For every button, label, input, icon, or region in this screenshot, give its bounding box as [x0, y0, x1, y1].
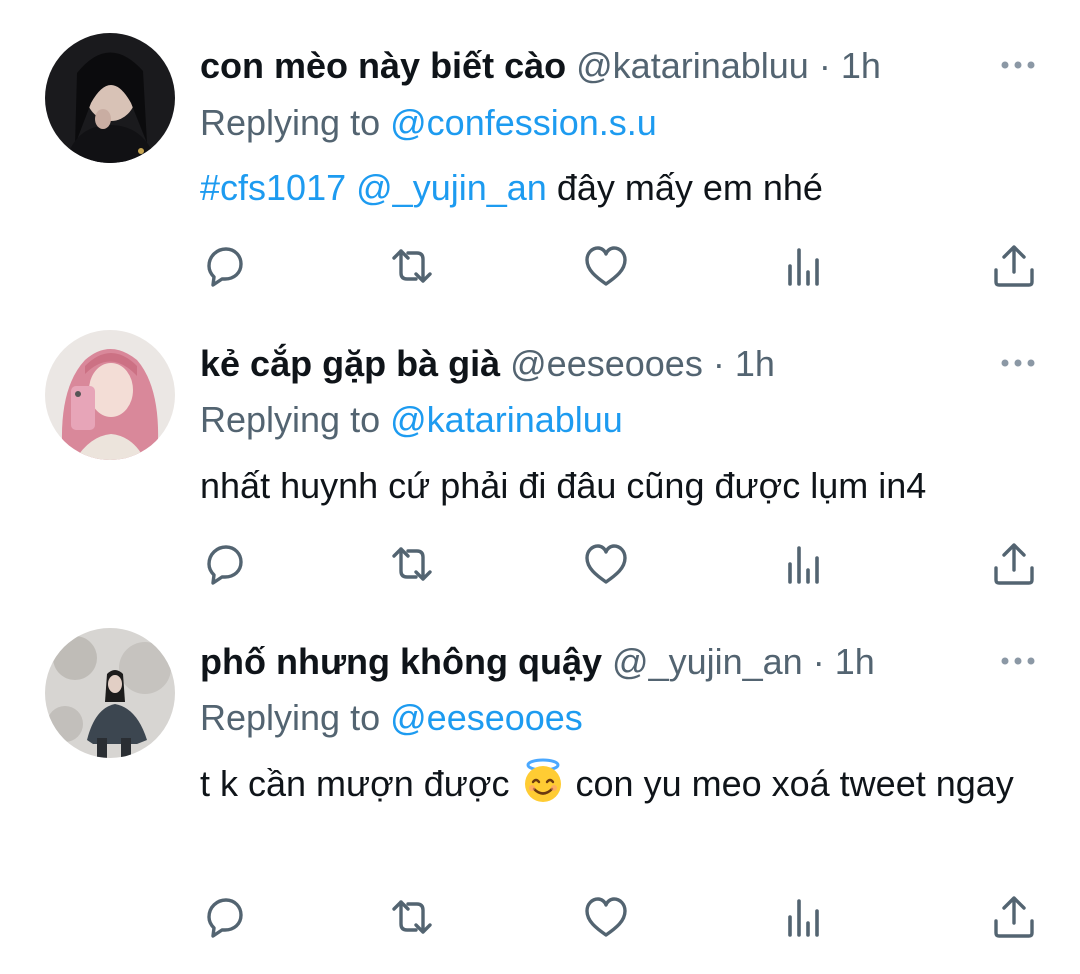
tweet-text-content: đây mấy em nhé [556, 167, 823, 208]
tweet-text-content: nhất huynh cứ phải đi đâu cũng được lụm … [200, 465, 927, 506]
tweet-text-content: con yu meo xoá tweet ngay [575, 763, 1014, 804]
reply-icon [207, 247, 243, 287]
display-name[interactable]: kẻ cắp gặp bà già [200, 343, 500, 384]
tweet-text-content: t k cần mượn được [200, 763, 510, 804]
replying-to-line: Replying to @eeseooes [200, 696, 583, 740]
user-handle[interactable]: @eeseooes [510, 343, 703, 384]
user-handle[interactable]: @_yujin_an [612, 641, 803, 682]
smiling-face-with-halo-emoji [524, 758, 561, 802]
share-button[interactable] [990, 893, 1038, 941]
replying-to-link[interactable]: @eeseooes [390, 697, 583, 738]
views-icon [788, 248, 819, 286]
display-name[interactable]: con mèo này biết cào [200, 45, 566, 86]
retweet-button[interactable] [388, 893, 436, 941]
tweet-actions [0, 540, 1080, 590]
tweet-header: kẻ cắp gặp bà già @eeseooes · 1h [200, 342, 775, 386]
tweet-header: phố nhưng không quậy @_yujin_an · 1h [200, 640, 875, 684]
reply-button[interactable] [200, 242, 248, 290]
separator-dot: · [712, 343, 725, 384]
retweet-icon [392, 547, 432, 581]
more-options-icon[interactable] [1000, 656, 1036, 666]
views-icon [788, 899, 819, 937]
retweet-icon [392, 900, 432, 934]
reply-icon [207, 545, 243, 585]
replying-to-label: Replying to [200, 102, 381, 143]
like-button[interactable] [582, 540, 630, 588]
timestamp[interactable]: 1h [841, 45, 881, 86]
replying-to-line: Replying to @confession.s.u [200, 101, 657, 145]
replying-to-line: Replying to @katarinabluu [200, 398, 623, 442]
tweet-text: t k cần mượn được con yu meo xoá tweet n… [200, 756, 1030, 812]
views-button[interactable] [780, 893, 828, 941]
user-handle[interactable]: @katarinabluu [576, 45, 809, 86]
replying-to-link[interactable]: @katarinabluu [390, 399, 623, 440]
share-button[interactable] [990, 540, 1038, 588]
display-name[interactable]: phố nhưng không quậy [200, 641, 602, 682]
tweet-actions [0, 893, 1080, 943]
hashtag-link[interactable]: #cfs1017 [200, 167, 346, 208]
views-icon [788, 546, 819, 584]
like-icon [585, 246, 627, 286]
share-icon [994, 896, 1034, 938]
more-options-icon[interactable] [1000, 60, 1036, 70]
tweet-actions [0, 242, 1080, 292]
separator-dot: · [818, 45, 831, 86]
timestamp[interactable]: 1h [835, 641, 875, 682]
views-button[interactable] [780, 242, 828, 290]
share-icon [994, 245, 1034, 287]
retweet-button[interactable] [388, 242, 436, 290]
like-icon [585, 544, 627, 584]
reply-button[interactable] [200, 893, 248, 941]
like-button[interactable] [582, 242, 630, 290]
like-icon [585, 897, 627, 937]
replying-to-link[interactable]: @confession.s.u [390, 102, 657, 143]
more-options-icon[interactable] [1000, 358, 1036, 368]
retweet-button[interactable] [388, 540, 436, 588]
tweet-text: #cfs1017 @_yujin_an đây mấy em nhé [200, 160, 1030, 216]
separator-dot: · [812, 641, 825, 682]
reply-button[interactable] [200, 540, 248, 588]
avatar[interactable] [45, 33, 175, 163]
share-icon [994, 543, 1034, 585]
retweet-icon [392, 249, 432, 283]
like-button[interactable] [582, 893, 630, 941]
mention-link[interactable]: @_yujin_an [356, 167, 547, 208]
replying-to-label: Replying to [200, 399, 381, 440]
avatar[interactable] [45, 628, 175, 758]
timestamp[interactable]: 1h [735, 343, 775, 384]
avatar[interactable] [45, 330, 175, 460]
reply-icon [207, 898, 243, 938]
tweet-header: con mèo này biết cào @katarinabluu · 1h [200, 44, 881, 88]
views-button[interactable] [780, 540, 828, 588]
share-button[interactable] [990, 242, 1038, 290]
replying-to-label: Replying to [200, 697, 381, 738]
tweet-text: nhất huynh cứ phải đi đâu cũng được lụm … [200, 458, 1030, 514]
